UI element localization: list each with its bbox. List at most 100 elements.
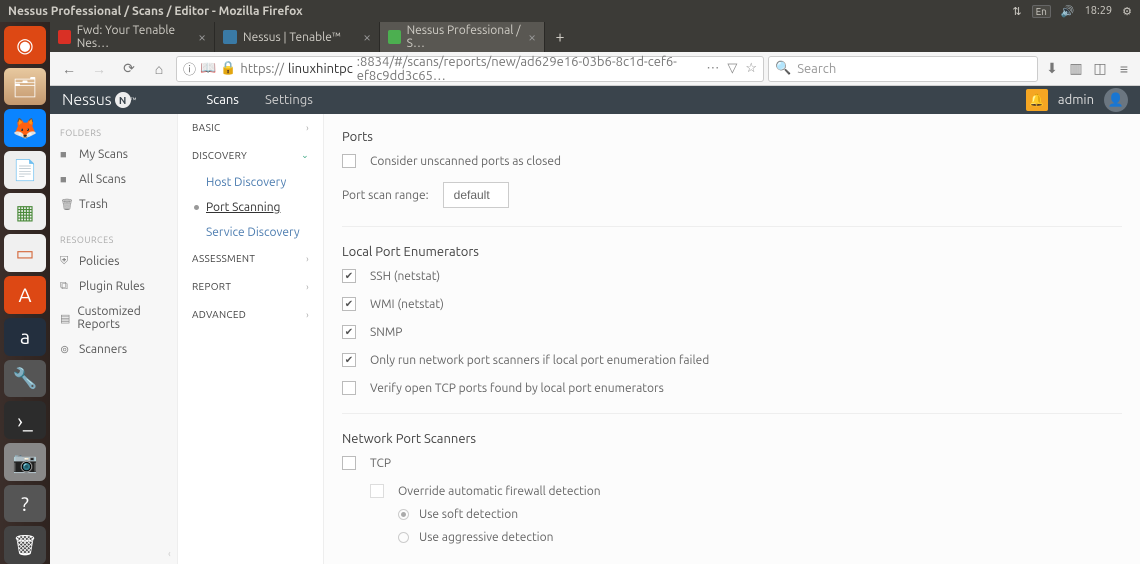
section-report[interactable]: REPORT› (178, 273, 323, 301)
sidebar-item-plugin-rules[interactable]: ⧉Plugin Rules (50, 274, 177, 299)
ubuntu-dash-icon[interactable]: ◉ (4, 26, 46, 64)
tab-label: Fwd: Your Tenable Nes… (77, 24, 198, 50)
radio-aggressive[interactable] (398, 532, 409, 543)
window-title: Nessus Professional / Scans / Editor - M… (8, 5, 303, 18)
sidebar-icon[interactable]: ◫ (1090, 60, 1110, 77)
section-discovery[interactable]: DISCOVERY⌄ (178, 142, 323, 170)
nessus-logo[interactable]: Nessus N ™ (62, 91, 136, 109)
sub-host-discovery[interactable]: Host Discovery (178, 170, 323, 195)
sidebar-item-all-scans[interactable]: ■All Scans (50, 167, 177, 192)
url-rest: :8834/#/scans/reports/new/ad629e16-03b6-… (357, 55, 703, 83)
terminal-icon[interactable]: ›_ (4, 401, 46, 439)
checkbox-tcp[interactable] (342, 456, 356, 470)
tab-tenable[interactable]: Nessus | Tenable™ × (215, 22, 380, 52)
calc-icon[interactable]: ▦ (4, 193, 46, 231)
sub-service-discovery[interactable]: Service Discovery (178, 220, 323, 245)
search-placeholder: Search (797, 62, 836, 76)
lock-icon[interactable]: 🔒 (220, 61, 236, 76)
writer-icon[interactable]: 📄 (4, 151, 46, 189)
radio-soft[interactable] (398, 509, 409, 520)
volume-icon[interactable]: 🔊 (1061, 5, 1075, 18)
label-port-range: Port scan range: (342, 189, 429, 202)
browser-toolbar: ← → ⟳ ⌂ ⓘ 📖 🔒 https://linuxhintpc:8834/#… (50, 52, 1140, 86)
scanners-icon: ⊚ (60, 343, 72, 356)
checkbox-verify[interactable] (342, 381, 356, 395)
section-advanced[interactable]: ADVANCED› (178, 301, 323, 329)
search-bar[interactable]: 🔍 Search (768, 56, 1038, 82)
section-assessment[interactable]: ASSESSMENT› (178, 245, 323, 273)
checkbox-snmp[interactable] (342, 325, 356, 339)
label-unscanned-closed: Consider unscanned ports as closed (370, 155, 561, 168)
language-indicator[interactable]: En (1032, 5, 1051, 18)
new-tab-button[interactable]: + (545, 22, 575, 52)
files-icon[interactable]: 🗂 (4, 68, 46, 106)
checkbox-override-fw[interactable] (370, 484, 384, 498)
tab-nessus[interactable]: Nessus Professional / S… × (380, 22, 545, 52)
collapse-sidebar-icon[interactable]: ‹ (168, 548, 171, 559)
url-bar[interactable]: ⓘ 📖 🔒 https://linuxhintpc:8834/#/scans/r… (176, 56, 764, 82)
user-name[interactable]: admin (1058, 93, 1094, 107)
info-icon[interactable]: ⓘ (183, 59, 196, 78)
divider (342, 226, 1122, 227)
close-icon[interactable]: × (198, 29, 206, 45)
notifications-icon[interactable]: 🔔 (1026, 89, 1048, 111)
chevron-right-icon: › (306, 310, 309, 320)
app-navbar: Nessus N ™ Scans Settings 🔔 admin 👤 (50, 86, 1140, 114)
sidebar-item-scanners[interactable]: ⊚Scanners (50, 337, 177, 362)
input-port-range[interactable] (443, 182, 509, 208)
reload-button[interactable]: ⟳ (116, 56, 142, 82)
checkbox-only-local[interactable] (342, 353, 356, 367)
ports-heading: Ports (342, 130, 1122, 144)
menu-icon[interactable]: ≡ (1114, 61, 1134, 77)
amazon-icon[interactable]: a (4, 318, 46, 356)
back-button[interactable]: ← (56, 56, 82, 82)
close-icon[interactable]: × (363, 29, 371, 45)
section-basic[interactable]: BASIC› (178, 114, 323, 142)
close-icon[interactable]: × (528, 29, 536, 45)
trash-icon[interactable]: 🗑 (4, 526, 46, 564)
reader-icon[interactable]: 📖 (200, 61, 216, 76)
home-button[interactable]: ⌂ (146, 56, 172, 82)
folder-icon: ■ (60, 174, 72, 186)
nav-settings[interactable]: Settings (265, 93, 313, 107)
network-icon[interactable]: ⇅ (1012, 5, 1021, 18)
sidebar-item-policies[interactable]: ⛨Policies (50, 249, 177, 274)
chevron-right-icon: › (306, 282, 309, 292)
label: Policies (79, 255, 119, 268)
star-icon[interactable]: ☆ (745, 61, 757, 76)
label: Trash (79, 198, 108, 211)
label-only-local: Only run network port scanners if local … (370, 354, 709, 367)
label-override-fw: Override automatic firewall detection (398, 485, 601, 498)
firefox-icon[interactable]: 🦊 (4, 109, 46, 147)
sidebar-item-custom-reports[interactable]: ▤Customized Reports (50, 299, 177, 337)
label-soft: Use soft detection (419, 508, 518, 521)
nessus-icon (388, 30, 401, 44)
logo-badge: N (115, 92, 131, 108)
checkbox-ssh[interactable] (342, 269, 356, 283)
sub-port-scanning[interactable]: Port Scanning (178, 195, 323, 220)
pocket-icon[interactable]: ▽ (727, 61, 737, 76)
folder-icon: ■ (60, 149, 72, 161)
user-avatar-icon[interactable]: 👤 (1104, 88, 1128, 112)
sidebar-item-trash[interactable]: 🗑Trash (50, 192, 177, 217)
sidebar-item-my-scans[interactable]: ■My Scans (50, 142, 177, 167)
checkbox-unscanned-closed[interactable] (342, 154, 356, 168)
software-icon[interactable]: A (4, 276, 46, 314)
gear-icon[interactable]: ⚙ (1122, 5, 1132, 18)
tab-mail[interactable]: Fwd: Your Tenable Nes… × (50, 22, 215, 52)
screenshot-icon[interactable]: 📷 (4, 443, 46, 481)
downloads-icon[interactable]: ⬇ (1042, 60, 1062, 77)
help-icon[interactable]: ? (4, 485, 46, 523)
nav-scans[interactable]: Scans (206, 93, 239, 107)
label-aggressive: Use aggressive detection (419, 531, 553, 544)
library-icon[interactable]: ▥ (1066, 60, 1086, 77)
checkbox-wmi[interactable] (342, 297, 356, 311)
forward-button[interactable]: → (86, 56, 112, 82)
clock[interactable]: 18:29 (1085, 5, 1113, 17)
impress-icon[interactable]: ▭ (4, 234, 46, 272)
tab-label: Nessus Professional / S… (407, 24, 529, 50)
settings-icon[interactable]: 🔧 (4, 360, 46, 398)
nessus-app: Nessus N ™ Scans Settings 🔔 admin 👤 FOLD… (50, 86, 1140, 564)
folders-heading: FOLDERS (50, 124, 177, 142)
more-icon[interactable]: ⋯ (706, 61, 719, 76)
